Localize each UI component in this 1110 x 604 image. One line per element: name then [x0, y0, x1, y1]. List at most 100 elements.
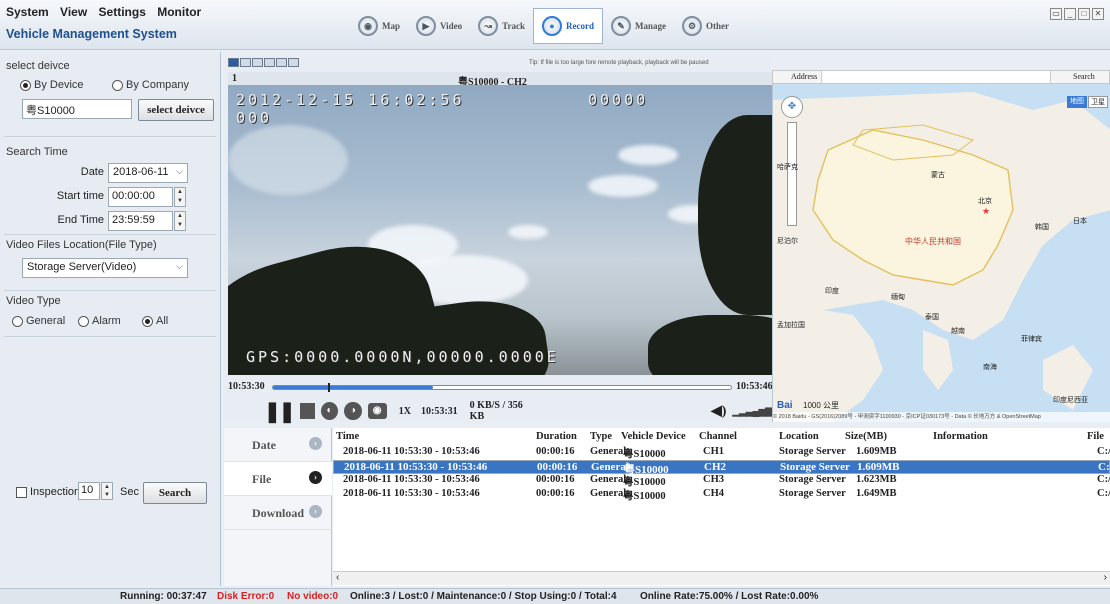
by-device-radio[interactable]: By Device	[20, 79, 84, 91]
date-label: Date	[80, 166, 104, 178]
start-time-input[interactable]: 00:00:00	[108, 187, 173, 207]
online-rate: Online Rate:75.00% / Lost Rate:0.00%	[640, 591, 819, 602]
nav-track-button[interactable]: ↝ Track	[470, 8, 533, 44]
pause-icon[interactable]: ❚❚	[264, 399, 295, 424]
map-search-button[interactable]: Search	[1073, 72, 1095, 81]
map-label-indonesia: 印度尼西亚	[1053, 397, 1088, 404]
restore-icon[interactable]: ▭	[1050, 8, 1062, 20]
menu-view[interactable]: View	[60, 5, 87, 19]
progress-handle[interactable]	[328, 383, 330, 392]
chevron-down-icon: ⌵	[176, 261, 183, 271]
camera-icon[interactable]: ◉	[367, 403, 387, 419]
checkbox-icon	[16, 486, 27, 498]
device-field[interactable]: 粤S10000	[22, 99, 132, 119]
osd-gps: GPS:0000.0000N,00000.0000E	[246, 348, 559, 366]
table-header: Time Duration Type Vehicle Device Channe…	[336, 431, 1104, 442]
nav-manage-button[interactable]: ✎ Manage	[603, 8, 674, 44]
table-row-selected[interactable]: 2018-06-11 10:53:30 - 10:53:46 00:00:16 Ge…	[333, 460, 1110, 476]
nav-other-button[interactable]: ⚙ Other	[674, 8, 737, 44]
time-end: 10:53:46	[736, 381, 773, 392]
inspection-stepper[interactable]: ▲ ▼	[101, 482, 113, 500]
inspection-checkbox[interactable]: Inspection	[16, 486, 80, 498]
layout-16-icon[interactable]	[264, 58, 275, 67]
menu-settings[interactable]: Settings	[99, 5, 146, 19]
video-type-title: Video Type	[6, 295, 61, 307]
type-all-radio[interactable]: All	[142, 315, 168, 327]
fast-icon[interactable]: ◑	[344, 402, 362, 420]
map-label-mongolia: 蒙古	[931, 172, 945, 179]
layout-9-icon[interactable]	[252, 58, 263, 67]
speed-label: 1X	[398, 405, 411, 417]
sec-label: Sec	[120, 486, 139, 498]
nav-video-button[interactable]: ▶ Video	[408, 8, 470, 44]
osd-small: 000	[236, 109, 273, 127]
nav-record-button[interactable]: ● Record	[533, 8, 604, 44]
chevron-right-icon: ›	[309, 471, 322, 484]
search-button[interactable]: Search	[143, 482, 207, 504]
close-icon[interactable]: ✕	[1092, 8, 1104, 20]
scroll-right-icon[interactable]: ›	[1104, 572, 1107, 583]
select-device-title: select deivce	[6, 60, 70, 72]
record-tabs: Date › File › Download ›	[224, 428, 332, 586]
tab-file[interactable]: File ›	[224, 462, 332, 496]
table-row[interactable]: 2018-06-11 10:53:30 - 10:53:46 00:00:16 Ge…	[333, 488, 1110, 502]
track-icon: ↝	[478, 16, 499, 36]
time-start: 10:53:30	[228, 381, 265, 392]
satellite-button[interactable]: 卫星	[1088, 96, 1108, 108]
video-frame[interactable]: 2012-12-15 16:02:56 00000 000 GPS:0000.0…	[228, 85, 773, 375]
manage-icon: ✎	[611, 16, 632, 36]
progress-slider[interactable]	[272, 383, 732, 392]
map-label-philippines: 菲律宾	[1021, 336, 1042, 343]
map-view[interactable]: ✥ 地图 卫星 蒙古 北京 ★ 中华人民共和国 日本 韩国 印度 缅甸 泰国 越…	[772, 70, 1110, 422]
layout-list-icon[interactable]	[276, 58, 287, 67]
map-label-nepal: 尼泊尔	[777, 238, 798, 245]
main-nav: ◉ Map ▶ Video ↝ Track ● Record ✎ Manage ⚙ Othe…	[350, 8, 737, 44]
table-scrollbar[interactable]: ‹ ›	[333, 571, 1110, 585]
date-select[interactable]: 2018-06-11 ⌵	[108, 163, 188, 183]
menu-monitor[interactable]: Monitor	[157, 5, 201, 19]
table-row[interactable]: 2018-06-11 10:53:30 - 10:53:46 00:00:16 Ge…	[333, 446, 1110, 460]
video-icon: ▶	[416, 16, 436, 36]
pan-control-icon[interactable]: ✥	[781, 96, 803, 118]
disk-error: Disk Error:0	[217, 591, 275, 602]
no-video: No video:0	[287, 591, 339, 602]
start-time-stepper[interactable]: ▲ ▼	[174, 187, 186, 207]
volume-icon[interactable]: ◀)	[711, 403, 726, 420]
layout-grid-icon[interactable]	[288, 58, 299, 67]
chevron-down-icon: ⌵	[176, 166, 183, 176]
maximize-icon[interactable]: □	[1078, 8, 1090, 20]
nav-map-button[interactable]: ◉ Map	[350, 8, 408, 44]
location-title: Video Files Location(File Type)	[6, 239, 157, 251]
map-search-bar: Address Search	[772, 70, 1110, 84]
type-general-radio[interactable]: General	[12, 315, 65, 327]
menu-system[interactable]: System	[6, 5, 49, 19]
select-device-button[interactable]: select deivce	[138, 99, 214, 121]
search-time-title: Search Time	[6, 146, 68, 158]
zoom-slider[interactable]	[787, 122, 797, 226]
address-input[interactable]	[821, 71, 1051, 83]
end-time-input[interactable]: 23:59:59	[108, 211, 173, 231]
capital-star-icon: ★	[982, 206, 991, 216]
other-icon: ⚙	[682, 16, 703, 36]
tab-date[interactable]: Date ›	[224, 428, 332, 462]
window-controls: ▭ _ □ ✕	[1050, 8, 1104, 20]
tab-download[interactable]: Download ›	[224, 496, 332, 530]
end-time-stepper[interactable]: ▲ ▼	[174, 211, 186, 231]
stop-icon[interactable]	[299, 403, 315, 419]
map-scale: 1000 公里	[803, 401, 840, 410]
table-row[interactable]: 2018-06-11 10:53:30 - 10:53:46 00:00:16 Ge…	[333, 474, 1110, 488]
volume-level-icon[interactable]: ▁▂▃▄▅▆	[732, 406, 773, 417]
layout-1-icon[interactable]	[228, 58, 239, 67]
layout-4-icon[interactable]	[240, 58, 251, 67]
type-alarm-radio[interactable]: Alarm	[78, 315, 121, 327]
end-time-label: End Time	[57, 214, 104, 226]
inspection-interval-input[interactable]: 10	[78, 482, 100, 500]
slow-icon[interactable]: ◐	[320, 402, 339, 420]
by-company-radio[interactable]: By Company	[112, 79, 189, 91]
search-panel: select deivce By Device By Company 粤S100…	[0, 52, 221, 586]
map-type-button[interactable]: 地图	[1067, 96, 1087, 108]
location-select[interactable]: Storage Server(Video) ⌵	[22, 258, 188, 278]
minimize-icon[interactable]: _	[1064, 8, 1076, 20]
osd-counter: 00000	[588, 91, 649, 109]
scroll-left-icon[interactable]: ‹	[336, 572, 339, 583]
